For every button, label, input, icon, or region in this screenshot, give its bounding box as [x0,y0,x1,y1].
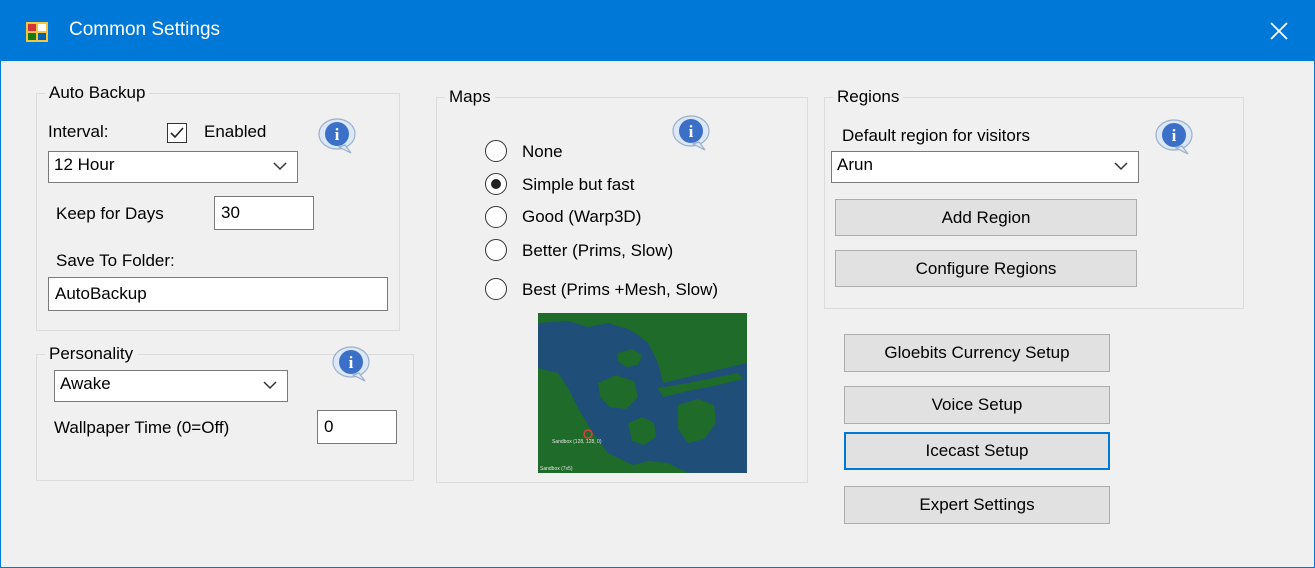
checkmark-icon [170,127,184,139]
map-option-simple-radio[interactable] [485,173,507,195]
add-region-button[interactable]: Add Region [835,199,1137,236]
chevron-down-icon [263,381,277,390]
map-option-none-label[interactable]: None [522,142,563,162]
save-folder-label: Save To Folder: [56,251,175,270]
map-option-better-radio[interactable] [485,239,507,261]
map-corner-label: Sandbox (7x5) [540,466,573,472]
info-icon[interactable]: i [1152,116,1200,156]
keep-days-input[interactable] [214,196,314,230]
title-bar[interactable]: Common Settings [1,1,1314,61]
map-option-good-label[interactable]: Good (Warp3D) [522,207,641,227]
default-region-dropdown[interactable]: Arun [831,151,1139,183]
map-preview-image: Sandbox (128, 128, 0) Sandbox (7x5) [538,313,747,473]
enabled-label: Enabled [204,122,267,141]
info-icon[interactable]: i [315,115,363,155]
close-button[interactable] [1244,1,1314,61]
svg-text:i: i [349,353,354,372]
chevron-down-icon [273,162,287,171]
interval-value: 12 Hour [54,155,115,174]
gloebits-currency-setup-button[interactable]: Gloebits Currency Setup [844,334,1110,372]
interval-label: Interval: [48,122,109,141]
map-option-better-label[interactable]: Better (Prims, Slow) [522,241,673,261]
regions-title: Regions [833,87,904,107]
map-option-good-radio[interactable] [485,206,507,228]
wallpaper-time-label: Wallpaper Time (0=Off) [54,418,230,437]
personality-dropdown[interactable]: Awake [54,370,288,402]
map-marker-label: Sandbox (128, 128, 0) [552,439,602,445]
svg-text:i: i [689,122,694,141]
map-option-best-label[interactable]: Best (Prims +Mesh, Slow) [522,280,718,300]
icecast-setup-button[interactable]: Icecast Setup [844,432,1110,470]
save-folder-input[interactable] [48,277,388,311]
auto-backup-title: Auto Backup [45,83,150,103]
close-icon [1270,22,1288,40]
chevron-down-icon [1114,162,1128,171]
interval-dropdown[interactable]: 12 Hour [48,151,298,183]
enabled-checkbox[interactable] [167,123,187,143]
app-icon [26,22,48,42]
info-icon[interactable]: i [669,112,717,152]
info-icon[interactable]: i [329,343,377,383]
map-option-simple-label[interactable]: Simple but fast [522,175,634,195]
expert-settings-button[interactable]: Expert Settings [844,486,1110,524]
wallpaper-time-input[interactable] [317,410,397,444]
maps-title: Maps [445,87,495,107]
voice-setup-button[interactable]: Voice Setup [844,386,1110,424]
default-region-label: Default region for visitors [842,126,1031,145]
configure-regions-button[interactable]: Configure Regions [835,250,1137,287]
personality-value: Awake [60,374,111,393]
common-settings-window: Common Settings Auto Backup Interval: En… [0,0,1315,568]
svg-text:i: i [335,125,340,144]
map-option-best-radio[interactable] [485,278,507,300]
personality-title: Personality [45,344,138,364]
window-title: Common Settings [69,19,221,40]
keep-days-label: Keep for Days [56,204,164,223]
map-preview: Sandbox (128, 128, 0) Sandbox (7x5) [538,313,747,473]
svg-text:i: i [1172,126,1177,145]
map-option-none-radio[interactable] [485,140,507,162]
default-region-value: Arun [837,155,873,174]
